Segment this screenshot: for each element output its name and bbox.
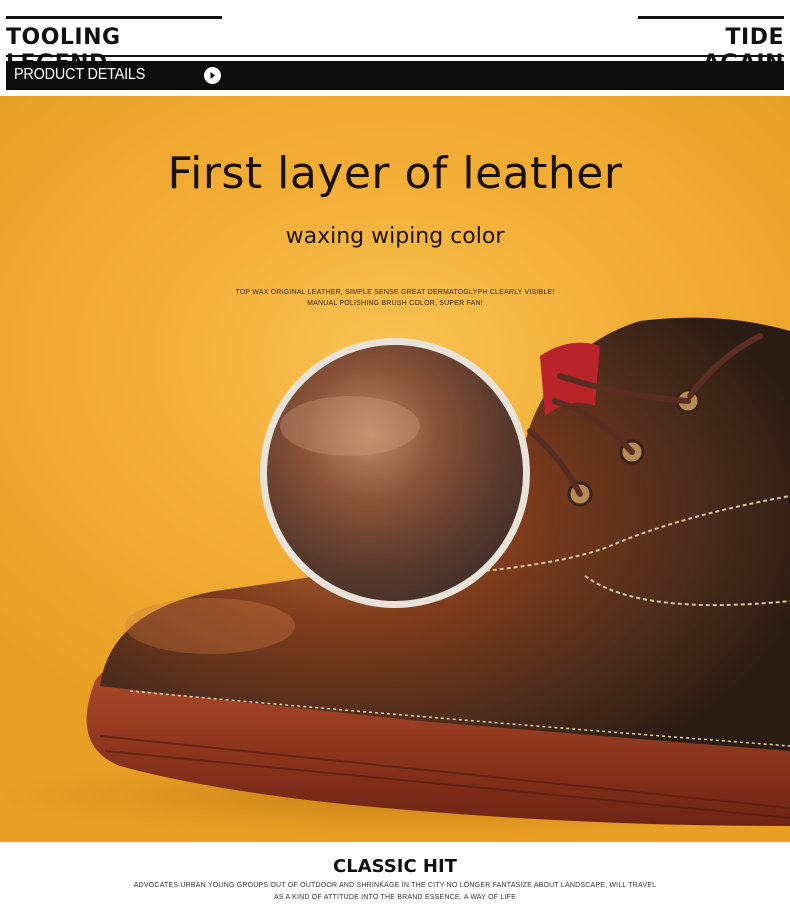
footer-description-line-1: ADVOCATES URBAN YOUNG GROUPS OUT OF OUTD… [133, 882, 657, 889]
header-divider [6, 55, 784, 57]
hero-description-line-2: MANUAL POLISHING BRUSH COLOR, SUPER FAN! [307, 300, 483, 307]
hero-title: First layer of leather [167, 148, 623, 199]
page-footer: CLASSIC HIT ADVOCATES URBAN YOUNG GROUPS… [0, 842, 790, 920]
product-details-bar: PRODUCT DETAILS [6, 61, 784, 90]
product-details-label: PRODUCT DETAILS [14, 66, 146, 83]
play-arrow-icon [204, 67, 221, 84]
page-header: TOOLING LEGEND TIDE AGAIN PRODUCT DETAIL… [0, 0, 790, 96]
footer-description-line-2: AS A KIND OF ATTITUDE INTO THE BRAND ESS… [274, 894, 516, 901]
footer-title: CLASSIC HIT [333, 856, 457, 877]
hero-subtitle: waxing wiping color [285, 224, 505, 249]
hero-section: First layer of leather waxing wiping col… [0, 96, 790, 842]
leather-shoe-illustration [0, 317, 790, 836]
hero-description-line-1: TOP WAX ORIGINAL LEATHER, SIMPLE SENSE G… [235, 289, 555, 296]
